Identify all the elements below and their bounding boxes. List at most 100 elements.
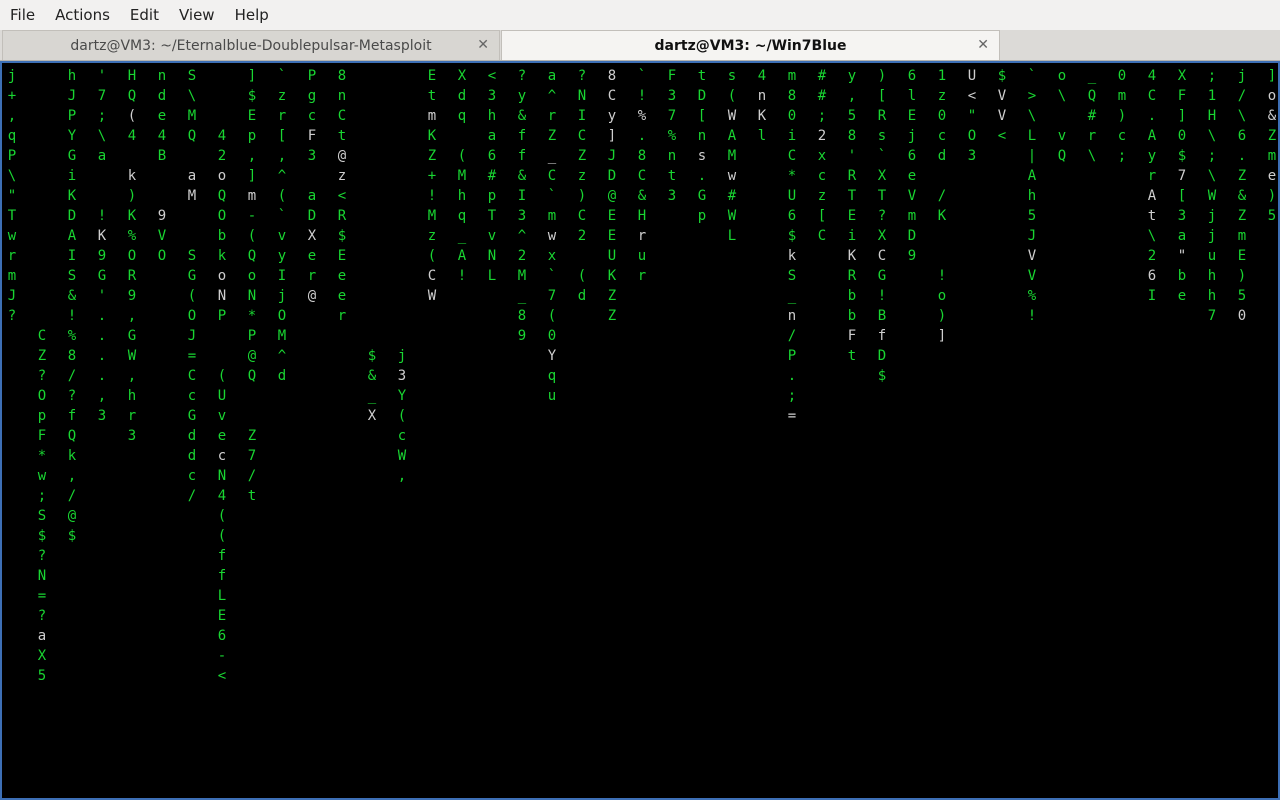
rain-char: X [367, 408, 377, 424]
rain-column: 8 Cy] J D @ E E U K Z Z [602, 66, 622, 326]
rain-char: - [247, 208, 257, 224]
rain-char: ` [547, 188, 557, 204]
rain-char: M [187, 188, 197, 204]
rain-char: c [217, 448, 227, 464]
rain-char: r [637, 228, 647, 244]
rain-char: z [427, 228, 437, 244]
rain-char: P [217, 308, 227, 324]
rain-char: @ [337, 148, 347, 164]
rain-char: = [787, 408, 797, 424]
rain-char: E [907, 108, 917, 124]
rain-char: ] [937, 328, 947, 344]
rain-char: Y [67, 128, 77, 144]
rain-char: h [127, 388, 137, 404]
rain-char: O [217, 208, 227, 224]
rain-char [32, 166, 52, 186]
rain-char: d [277, 368, 287, 384]
rain-char: C [577, 208, 587, 224]
rain-char: 8 [607, 68, 617, 84]
rain-char: ^ [277, 168, 287, 184]
rain-char: 9 [157, 208, 167, 224]
rain-char: ] [247, 168, 257, 184]
rain-char: \ [1207, 168, 1217, 184]
rain-char: j [277, 288, 287, 304]
rain-char: , [127, 308, 137, 324]
rain-char: s [877, 128, 887, 144]
rain-column: o \ vQ [1052, 66, 1072, 166]
tab-eternalblue[interactable]: dartz@VM3: ~/Eternalblue-Doublepulsar-Me… [2, 30, 500, 60]
rain-char: ` [637, 68, 647, 84]
rain-char: 5 [847, 108, 857, 124]
close-icon[interactable]: ✕ [977, 37, 989, 53]
rain-char: C [37, 328, 47, 344]
rain-char: F [1177, 88, 1187, 104]
rain-char: = [187, 348, 197, 364]
rain-char: X [307, 228, 317, 244]
rain-char: Q [187, 128, 197, 144]
rain-char: E [847, 208, 857, 224]
menu-help[interactable]: Help [225, 0, 279, 30]
rain-char: 2 [817, 128, 827, 144]
rain-char: 1 [937, 68, 947, 84]
rain-char: 6 [907, 148, 917, 164]
rain-char: N [487, 248, 497, 264]
rain-char: k [67, 448, 77, 464]
rain-char: C [187, 368, 197, 384]
rain-char: w [727, 168, 737, 184]
rain-char: 5 [37, 668, 47, 684]
rain-column: Et m K Z +! Mz (C W [422, 66, 442, 306]
rain-char: ) [1237, 268, 1247, 284]
rain-char [182, 206, 202, 226]
rain-char: F [847, 328, 857, 344]
terminal-output[interactable]: j +, q P \ " Tw r m J? C Z? Op F * w; S $? N =? a X 5 h J P Y Gi K D… [0, 61, 1280, 800]
rain-char: f [217, 568, 227, 584]
rain-char: / [1237, 88, 1247, 104]
rain-char: 0 [1177, 128, 1187, 144]
rain-char: 4 [217, 488, 227, 504]
menu-view[interactable]: View [169, 0, 225, 30]
rain-char: _ [547, 148, 557, 164]
rain-char: 9 [127, 288, 137, 304]
rain-column: $ & _ X [362, 66, 382, 426]
rain-char: . [787, 368, 797, 384]
rain-char: H [127, 68, 137, 84]
rain-char: s [727, 68, 737, 84]
tab-title: dartz@VM3: ~/Eternalblue-Doublepulsar-Me… [70, 37, 432, 54]
close-icon[interactable]: ✕ [477, 37, 489, 53]
rain-char: P [307, 68, 317, 84]
rain-char: [ [877, 88, 887, 104]
rain-char [32, 226, 52, 246]
menu-edit[interactable]: Edit [120, 0, 169, 30]
rain-char: J [67, 88, 77, 104]
rain-char: V [1027, 268, 1037, 284]
rain-char: a [487, 128, 497, 144]
rain-char: / [787, 328, 797, 344]
rain-char: N [577, 88, 587, 104]
rain-char: , [127, 368, 137, 384]
rain-char: # [817, 88, 827, 104]
rain-char: a [547, 68, 557, 84]
menu-file[interactable]: File [0, 0, 45, 30]
rain-char: P [787, 348, 797, 364]
rain-char: 3 [397, 368, 407, 384]
tab-win7blue[interactable]: dartz@VM3: ~/Win7Blue ✕ [501, 30, 1000, 60]
rain-char: Y [397, 388, 407, 404]
menu-actions[interactable]: Actions [45, 0, 120, 30]
rain-char: ; [787, 388, 797, 404]
rain-char: 3 [667, 188, 677, 204]
rain-char [92, 186, 112, 206]
rain-char: C [577, 128, 587, 144]
rain-char [362, 86, 382, 106]
tab-bar: dartz@VM3: ~/Eternalblue-Doublepulsar-Me… [0, 30, 1280, 61]
rain-char [392, 266, 412, 286]
rain-char [32, 206, 52, 226]
rain-char: d [577, 288, 587, 304]
rain-char: P [7, 148, 17, 164]
rain-char: 5 [1237, 288, 1247, 304]
rain-char: e [307, 248, 317, 264]
rain-char: ( [247, 228, 257, 244]
rain-char: * [247, 308, 257, 324]
rain-char: 0 [937, 108, 947, 124]
rain-char: A [1147, 188, 1157, 204]
rain-char: E [247, 108, 257, 124]
